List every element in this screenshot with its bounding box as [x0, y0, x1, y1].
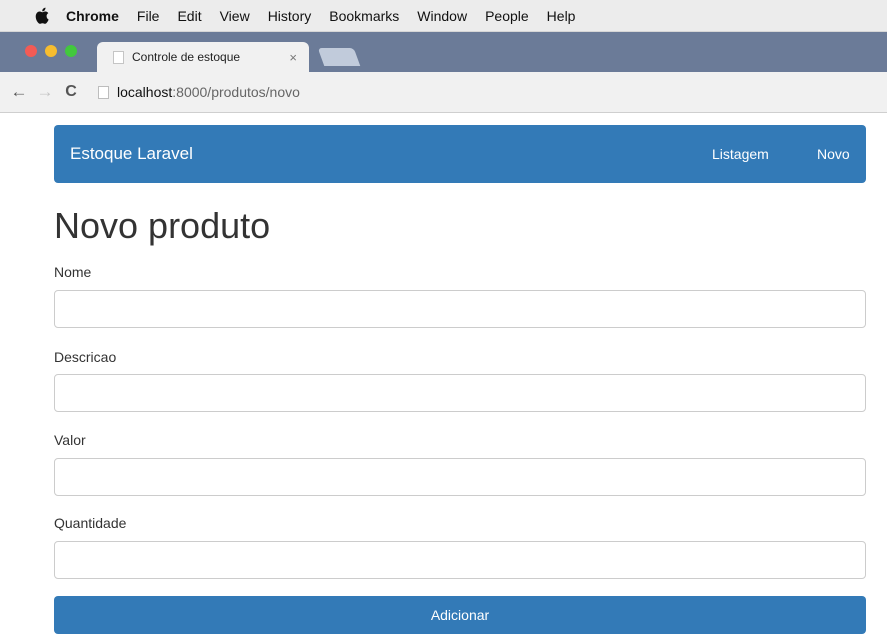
menu-history[interactable]: History	[268, 8, 312, 24]
nome-label: Nome	[54, 264, 92, 280]
app-navbar: Estoque Laravel Listagem Novo	[54, 125, 866, 183]
url-path: :8000/produtos/novo	[172, 84, 300, 100]
browser-tab-active[interactable]: Controle de estoque ×	[97, 42, 309, 72]
menu-people[interactable]: People	[485, 8, 529, 24]
apple-icon[interactable]	[32, 7, 52, 24]
descricao-input[interactable]	[54, 374, 866, 412]
menu-file[interactable]: File	[137, 8, 160, 24]
tab-strip: Controle de estoque ×	[0, 32, 887, 72]
page-content: Estoque Laravel Listagem Novo Novo produ…	[0, 113, 887, 642]
quantidade-label: Quantidade	[54, 515, 127, 531]
browser-toolbar: ← → C localhost:8000/produtos/novo	[0, 72, 887, 113]
valor-label: Valor	[54, 432, 86, 448]
new-tab-button[interactable]	[317, 48, 361, 66]
quantidade-input[interactable]	[54, 541, 866, 579]
page-favicon-icon	[113, 50, 124, 64]
menu-edit[interactable]: Edit	[177, 8, 201, 24]
navbar-brand[interactable]: Estoque Laravel	[70, 144, 193, 164]
close-window-button[interactable]	[25, 45, 37, 57]
nome-input[interactable]	[54, 290, 866, 328]
tab-title: Controle de estoque	[132, 50, 241, 64]
menu-app-chrome[interactable]: Chrome	[66, 8, 119, 24]
back-arrow-icon[interactable]: ←	[6, 82, 32, 102]
menu-view[interactable]: View	[220, 8, 250, 24]
descricao-label: Descricao	[54, 349, 117, 365]
adicionar-button[interactable]: Adicionar	[54, 596, 866, 634]
minimize-window-button[interactable]	[45, 45, 57, 57]
forward-arrow-icon[interactable]: →	[32, 82, 58, 102]
nav-link-listagem[interactable]: Listagem	[712, 146, 769, 162]
menu-window[interactable]: Window	[417, 8, 467, 24]
zoom-window-button[interactable]	[65, 45, 77, 57]
nav-link-novo[interactable]: Novo	[817, 146, 850, 162]
page-icon	[98, 85, 109, 99]
menu-help[interactable]: Help	[547, 8, 576, 24]
tab-close-icon[interactable]: ×	[289, 50, 297, 65]
url-host: localhost	[117, 84, 173, 100]
valor-input[interactable]	[54, 458, 866, 496]
reload-icon[interactable]: C	[58, 83, 84, 101]
address-bar[interactable]: localhost:8000/produtos/novo	[117, 84, 300, 100]
menu-bookmarks[interactable]: Bookmarks	[329, 8, 399, 24]
page-title: Novo produto	[54, 205, 271, 246]
macos-menubar: Chrome File Edit View History Bookmarks …	[0, 0, 887, 32]
